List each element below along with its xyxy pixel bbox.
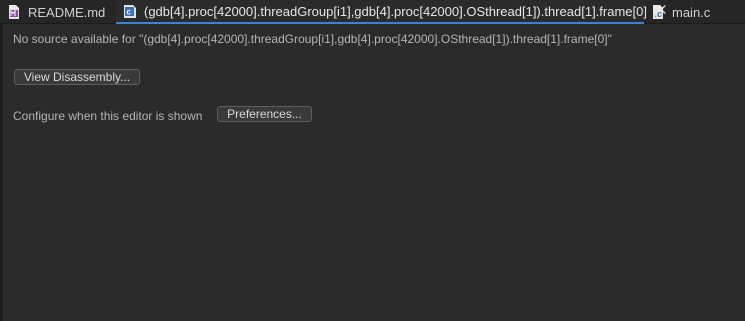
tab-frame-source-label: (gdb[4].proc[42000].threadGroup[i1],gdb[… (144, 3, 647, 19)
editor-content: No source available for "(gdb[4].proc[42… (13, 24, 745, 321)
configure-label: Configure when this editor is shown (13, 109, 203, 123)
no-source-message: No source available for "(gdb[4].proc[42… (13, 32, 612, 46)
tab-readme-label: README.md (28, 4, 106, 20)
editor-window: README.md c (gdb[4].proc[42000].threadGr… (0, 0, 745, 321)
tab-main-c[interactable]: .c main.c (644, 0, 745, 24)
editor-left-border (0, 24, 3, 321)
markdown-file-icon (8, 5, 20, 19)
view-disassembly-button[interactable]: View Disassembly... (14, 69, 140, 85)
tab-main-c-label: main.c (672, 4, 711, 20)
c-file-icon: c (124, 4, 136, 18)
c-file-icon: .c (652, 5, 664, 19)
preferences-button[interactable]: Preferences... (217, 106, 312, 122)
tab-readme[interactable]: README.md (0, 0, 116, 24)
tab-frame-source[interactable]: c (gdb[4].proc[42000].threadGroup[i1],gd… (116, 0, 668, 24)
svg-text:.c: .c (655, 9, 663, 19)
editor-tab-bar: README.md c (gdb[4].proc[42000].threadGr… (0, 0, 745, 24)
svg-text:c: c (127, 8, 132, 17)
